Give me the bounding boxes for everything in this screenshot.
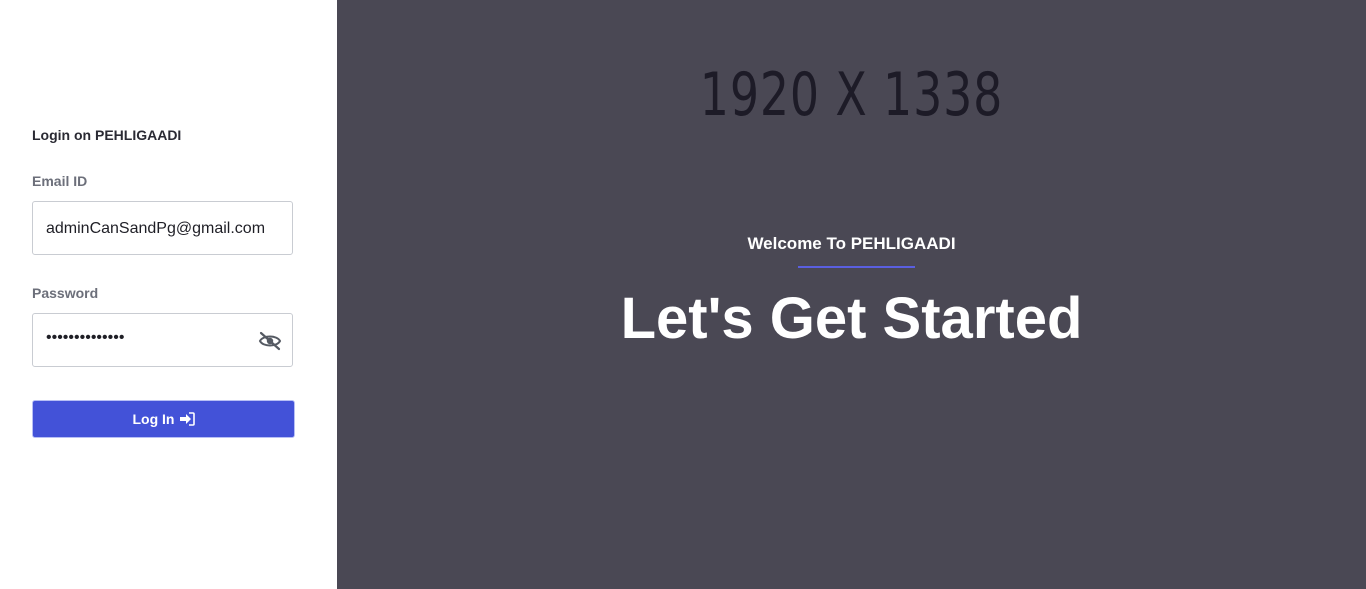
placeholder-dimensions: 1920 X 1338: [699, 60, 1004, 130]
login-button-label: Log In: [132, 411, 175, 427]
sign-in-icon: [179, 412, 195, 426]
login-button[interactable]: Log In: [32, 400, 295, 438]
email-field[interactable]: adminCanSandPg@gmail.com: [32, 201, 293, 255]
email-label: Email ID: [32, 173, 88, 189]
login-page: Login on PEHLIGAADI Email ID adminCanSan…: [0, 0, 1366, 589]
password-value: ••••••••••••••: [46, 329, 125, 346]
password-field[interactable]: ••••••••••••••: [32, 313, 293, 367]
hero-headline: Let's Get Started: [620, 286, 1083, 351]
password-label: Password: [32, 285, 99, 301]
hero-panel: 1920 X 1338 Welcome To PEHLIGAADI Let's …: [337, 0, 1366, 589]
login-title: Login on PEHLIGAADI: [32, 127, 182, 143]
welcome-underline: [798, 266, 915, 268]
welcome-text: Welcome To PEHLIGAADI: [747, 234, 956, 253]
email-value: adminCanSandPg@gmail.com: [46, 220, 266, 237]
login-panel: Login on PEHLIGAADI Email ID adminCanSan…: [0, 0, 337, 589]
eye-slash-icon[interactable]: [258, 330, 282, 352]
